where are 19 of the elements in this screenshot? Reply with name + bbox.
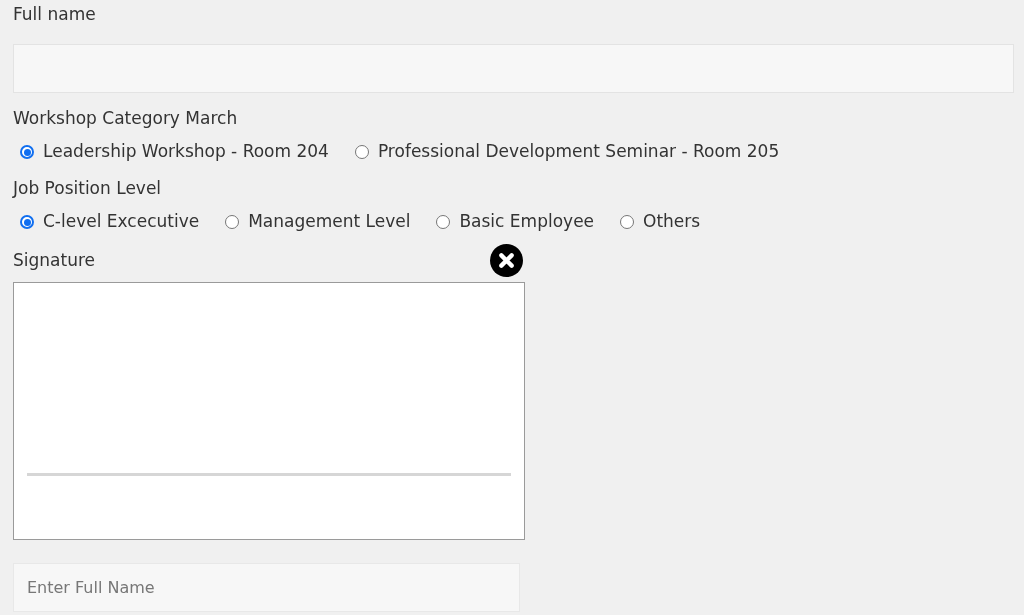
close-icon: [490, 243, 523, 277]
field-label: Job Position Level: [13, 177, 162, 200]
radio-button[interactable]: [436, 215, 451, 229]
radio-button[interactable]: [20, 145, 34, 159]
radio-button[interactable]: [20, 215, 34, 229]
radio-label: Others: [643, 210, 701, 234]
radio-label: C-level Excecutive: [43, 210, 200, 234]
radio-label: Management Level: [248, 210, 411, 234]
radio-button[interactable]: [354, 145, 369, 159]
clear-button[interactable]: [490, 243, 523, 277]
field-label: Full name: [13, 3, 96, 26]
radio-button[interactable]: [620, 215, 635, 229]
radio-label: Basic Employee: [459, 210, 595, 234]
input-field[interactable]: Enter Full Name: [13, 563, 520, 612]
radio-label: Professional Development Seminar - Room 205: [377, 140, 780, 164]
radio-label: Leadership Workshop - Room 204: [43, 140, 329, 164]
radio-button[interactable]: [225, 215, 240, 229]
field-label: Workshop Category March: [13, 107, 238, 130]
field-label: Signature: [13, 249, 95, 272]
